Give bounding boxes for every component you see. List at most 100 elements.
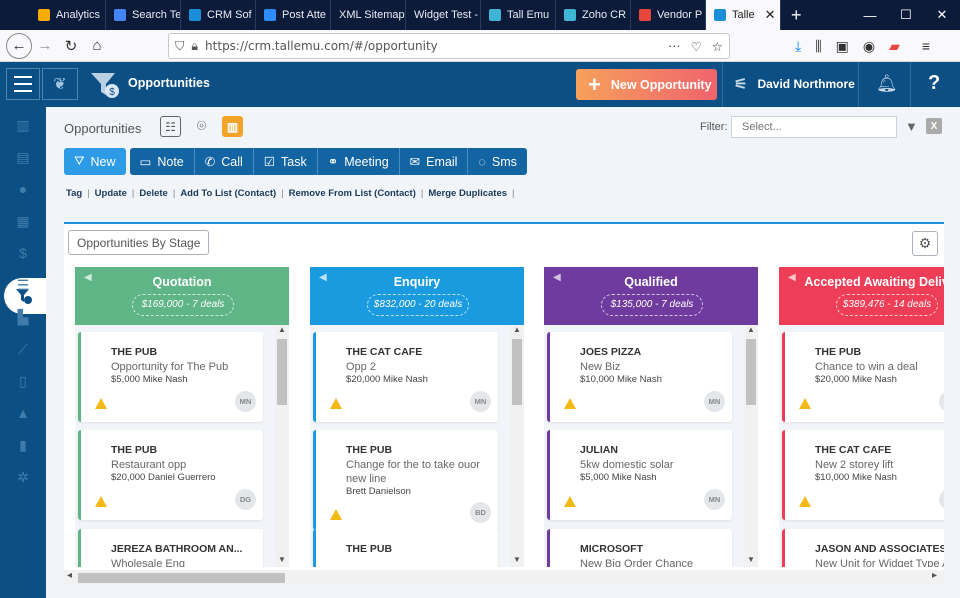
library-icon[interactable]: ⫼ bbox=[815, 38, 821, 55]
scrollbar-thumb[interactable] bbox=[78, 573, 285, 583]
browser-tab[interactable]: Analytics bbox=[30, 0, 106, 30]
extension-icon[interactable]: ▰ bbox=[889, 38, 900, 55]
column-scrollbar[interactable]: ▲ ▼ bbox=[744, 325, 758, 567]
tag-link[interactable]: Tag bbox=[66, 188, 82, 199]
user-menu[interactable]: ⚟ David Northmore bbox=[734, 75, 855, 93]
scroll-right-arrow[interactable]: ▸ bbox=[932, 570, 937, 581]
chart-icon[interactable]: ▙ bbox=[15, 309, 31, 325]
pocket-icon[interactable]: ♡ bbox=[691, 39, 702, 54]
new-tab-button[interactable]: + bbox=[781, 0, 812, 30]
browser-tab[interactable]: Tall Emu bbox=[481, 0, 556, 30]
owner-avatar[interactable]: BD bbox=[470, 502, 491, 523]
list-view-icon[interactable]: ☷ bbox=[160, 116, 181, 137]
opportunity-card[interactable]: MICROSOFT New Big Order Chance bbox=[547, 529, 732, 567]
address-bar[interactable]: ⛉ 🔒︎ https://crm.tallemu.com/#/opportuni… bbox=[168, 33, 730, 59]
notification-bell-icon[interactable]: 🔔︎ bbox=[876, 74, 898, 94]
filter-select[interactable] bbox=[731, 116, 897, 138]
column-scrollbar[interactable]: ▲ ▼ bbox=[275, 325, 289, 567]
sidebar-icon[interactable]: ▣ bbox=[836, 38, 849, 55]
help-button[interactable]: ? bbox=[928, 72, 940, 95]
browser-tab[interactable]: Zoho CR bbox=[556, 0, 631, 30]
merge-duplicates-link[interactable]: Merge Duplicates bbox=[428, 188, 507, 199]
owner-avatar[interactable]: MN bbox=[704, 391, 725, 412]
opportunity-card[interactable]: JASON AND ASSOCIATES New Unit for Widget … bbox=[782, 529, 944, 567]
task-button[interactable]: ☑ Task bbox=[253, 148, 318, 175]
stage-view-button[interactable]: Opportunities By Stage bbox=[68, 230, 210, 255]
delete-link[interactable]: Delete bbox=[139, 188, 168, 199]
account-icon[interactable]: ◉ bbox=[863, 38, 875, 55]
remove-from-list-link[interactable]: Remove From List (Contact) bbox=[289, 188, 416, 199]
owner-avatar[interactable]: MN bbox=[939, 489, 944, 510]
browser-tab[interactable]: Vendor P bbox=[631, 0, 706, 30]
clipboard-icon[interactable]: ▯ bbox=[15, 373, 31, 389]
scrollbar-thumb[interactable] bbox=[746, 339, 756, 405]
close-window-button[interactable]: ✕ bbox=[924, 0, 960, 30]
browser-tab[interactable]: XML Sitemap bbox=[331, 0, 406, 30]
opportunity-card[interactable]: THE PUB Restaurant opp $20,000 Daniel Guer… bbox=[78, 430, 263, 520]
scrollbar-thumb[interactable] bbox=[512, 339, 522, 405]
kanban-view-icon[interactable]: ▥ bbox=[222, 116, 243, 137]
opportunity-card[interactable]: JOES PIZZA New Biz $10,000 Mike Nash MN bbox=[547, 332, 732, 422]
update-link[interactable]: Update bbox=[95, 188, 127, 199]
lock-icon[interactable]: 🔒︎ bbox=[191, 39, 198, 54]
scroll-left-arrow[interactable]: ◂ bbox=[67, 570, 72, 581]
contact-card-icon[interactable]: ▤ bbox=[15, 149, 31, 165]
filter-icon[interactable]: ▼ bbox=[905, 119, 918, 134]
opportunity-card[interactable]: THE PUB Change for the to take ouor new l… bbox=[313, 430, 498, 530]
forward-button[interactable]: → bbox=[32, 33, 58, 59]
meeting-button[interactable]: ⚭ Meeting bbox=[317, 148, 400, 175]
report-icon[interactable]: ▮ bbox=[15, 437, 31, 453]
browser-tab[interactable]: CRM Sof bbox=[181, 0, 256, 30]
person-icon[interactable]: ● bbox=[15, 181, 31, 197]
reload-button[interactable]: ↻ bbox=[58, 33, 84, 59]
opportunity-card[interactable]: THE PUB Chance to win a deal $20,000 Mike … bbox=[782, 332, 944, 422]
call-button[interactable]: ✆ Call bbox=[194, 148, 254, 175]
email-button[interactable]: ✉ Email bbox=[399, 148, 469, 175]
opportunity-card[interactable]: THE CAT CAFE Opp 2 $20,000 Mike Nash MN bbox=[313, 332, 498, 422]
add-to-list-link[interactable]: Add To List (Contact) bbox=[180, 188, 276, 199]
minimize-button[interactable]: — bbox=[852, 0, 888, 30]
tallemu-logo-icon[interactable]: ❦ bbox=[42, 68, 78, 100]
star-icon[interactable]: ☆ bbox=[712, 39, 723, 54]
opportunity-card[interactable]: THE PUB bbox=[313, 529, 498, 567]
trend-icon[interactable]: ⟋ bbox=[15, 341, 31, 357]
scroll-up-arrow[interactable]: ▲ bbox=[275, 325, 289, 337]
horizontal-scrollbar[interactable]: ◂ ▸ bbox=[64, 570, 944, 585]
hamburger-menu-button[interactable] bbox=[6, 68, 40, 100]
maximize-button[interactable]: ☐ bbox=[888, 0, 924, 30]
new-opportunity-button[interactable]: + New Opportunity bbox=[576, 69, 717, 100]
url-text[interactable]: https://crm.tallemu.com/#/opportunity bbox=[205, 39, 438, 53]
excel-export-icon[interactable]: X bbox=[926, 118, 942, 134]
scroll-down-arrow[interactable]: ▼ bbox=[510, 555, 524, 567]
browser-tab[interactable]: Post Atte bbox=[256, 0, 331, 30]
new-button[interactable]: ⛛ New bbox=[64, 148, 126, 175]
graduation-cap-icon[interactable]: ▲ bbox=[15, 405, 31, 421]
calendar-icon[interactable]: ▦ bbox=[15, 213, 31, 229]
owner-avatar[interactable]: DG bbox=[235, 489, 256, 510]
settings-gear-icon[interactable]: ✲ bbox=[15, 469, 31, 485]
board-settings-gear-icon[interactable]: ⚙ bbox=[912, 231, 938, 256]
opportunity-card[interactable]: JULIAN 5kw domestic solar $5,000 Mike Nash… bbox=[547, 430, 732, 520]
browser-tab-active[interactable]: Talle ✕ bbox=[706, 0, 781, 30]
owner-avatar[interactable]: MN bbox=[235, 391, 256, 412]
sms-button[interactable]: ◌ Sms bbox=[468, 148, 527, 175]
scroll-down-arrow[interactable]: ▼ bbox=[744, 555, 758, 567]
list-icon[interactable]: ☰ bbox=[15, 277, 31, 293]
scroll-up-arrow[interactable]: ▲ bbox=[510, 325, 524, 337]
browser-tab[interactable]: Search Te bbox=[106, 0, 181, 30]
opportunity-card[interactable]: THE PUB Opportunity for The Pub $5,000 Mik… bbox=[78, 332, 263, 422]
note-button[interactable]: ▭ Note bbox=[129, 148, 195, 175]
page-actions-button[interactable]: ··· bbox=[668, 39, 681, 54]
scroll-up-arrow[interactable]: ▲ bbox=[744, 325, 758, 337]
column-scrollbar[interactable]: ▲ ▼ bbox=[510, 325, 524, 567]
download-icon[interactable]: ⤓ bbox=[795, 38, 801, 55]
shield-icon[interactable]: ⛉ bbox=[175, 39, 184, 54]
owner-avatar[interactable]: MN bbox=[939, 391, 944, 412]
building-icon[interactable]: ▥ bbox=[15, 117, 31, 133]
browser-tab[interactable]: Widget Test - bbox=[406, 0, 481, 30]
owner-avatar[interactable]: MN bbox=[470, 391, 491, 412]
close-tab-icon[interactable]: ✕ bbox=[765, 7, 776, 23]
home-icon[interactable]: ⌂ bbox=[84, 33, 110, 59]
back-button[interactable]: ← bbox=[6, 32, 32, 59]
map-pin-icon[interactable]: ⌾ bbox=[191, 116, 212, 137]
